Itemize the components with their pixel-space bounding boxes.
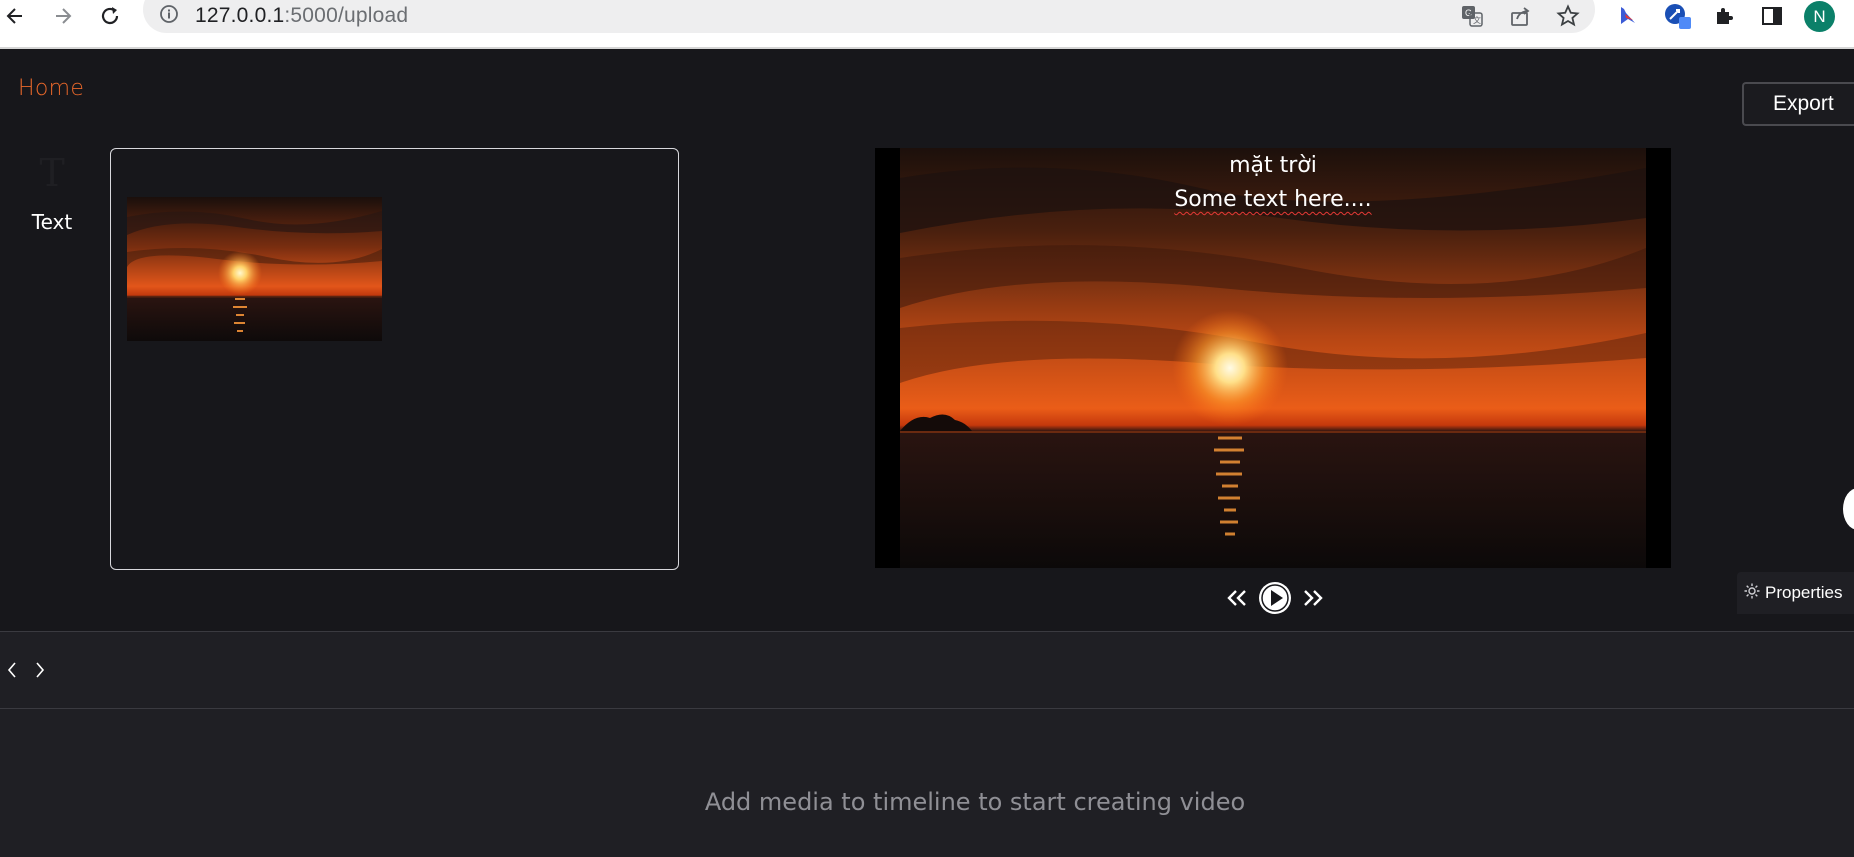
profile-avatar[interactable]: N [1804,1,1835,32]
gear-icon [1743,582,1761,605]
url-host: 127.0.0.1 [195,4,285,27]
puzzle-extensions-icon[interactable] [1710,2,1740,30]
play-icon[interactable] [1257,578,1293,618]
timeline-area[interactable]: Add media to timeline to start creating … [0,709,1854,857]
chevron-left-icon[interactable] [0,654,24,686]
extension-bing-icon[interactable] [1613,2,1643,30]
forward-icon[interactable] [48,2,78,30]
home-link[interactable]: Home [18,76,84,101]
media-library-panel [110,148,679,570]
text-tool-label: Text [31,210,73,234]
url-text: 127.0.0.1:5000/upload [195,4,408,28]
media-thumbnail[interactable] [127,197,382,341]
overlay-body-text[interactable]: Some text here.... [875,182,1671,218]
url-path: :5000/upload [284,4,409,27]
overlay-body-text-content: Some text here.... [1174,187,1372,212]
fast-forward-icon[interactable] [1301,578,1325,618]
svg-text:文: 文 [1473,15,1481,25]
side-drawer-handle[interactable] [1843,488,1854,530]
rewind-icon[interactable] [1225,578,1249,618]
overlay-title-text[interactable]: mặt trời [875,148,1671,184]
export-button[interactable]: Export [1742,82,1854,126]
side-panel-icon[interactable] [1757,2,1787,30]
properties-button[interactable]: Properties [1737,572,1854,614]
address-bar[interactable]: 127.0.0.1:5000/upload [143,0,1595,33]
share-icon[interactable] [1506,2,1536,30]
translate-icon[interactable]: G文 [1457,2,1487,30]
browser-toolbar: 127.0.0.1:5000/upload G文 N [0,0,1854,49]
reload-icon[interactable] [95,2,125,30]
info-icon[interactable] [159,4,179,28]
back-icon[interactable] [0,2,30,30]
timeline-navigation [0,632,1854,708]
text-tool-icon: T [39,151,65,195]
chevron-right-icon[interactable] [28,654,52,686]
extension-avatar-icon[interactable] [1662,2,1692,30]
video-preview[interactable]: mặt trời Some text here.... [875,148,1671,568]
text-tool[interactable]: T Text [22,148,82,234]
empty-timeline-message: Add media to timeline to start creating … [704,788,1246,816]
bookmark-star-icon[interactable] [1553,2,1583,30]
properties-label: Properties [1765,583,1843,602]
playback-controls [1225,578,1325,618]
